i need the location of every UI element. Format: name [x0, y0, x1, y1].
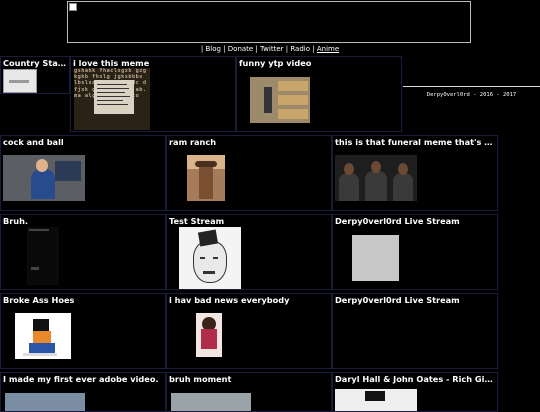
card-thumbnail[interactable] — [27, 227, 59, 285]
nav-link-radio[interactable]: Radio — [290, 45, 310, 53]
thumbnail-detail — [203, 271, 215, 274]
card-title: Broke Ass Hoes — [3, 295, 75, 305]
card-title: ram ranch — [169, 137, 217, 147]
card-title: Bruh. — [3, 216, 29, 226]
top-nav: | Blog | Donate | Twitter | Radio | Anim… — [0, 45, 540, 53]
card-title: Derpy0verl0rd Live Stream — [335, 295, 460, 305]
thumbnail-detail — [31, 267, 39, 270]
thumbnail-detail — [195, 161, 217, 167]
video-card[interactable]: Daryl Hall & John Oates - Rich Girl (20.… — [332, 372, 498, 412]
card-thumbnail[interactable] — [335, 155, 417, 201]
card-title: i hav bad news everybody — [169, 295, 290, 305]
card-title: I made my first ever adobe video. — [3, 374, 159, 384]
nav-separator: | — [312, 45, 315, 53]
video-card[interactable]: i hav bad news everybody — [166, 293, 332, 369]
video-card[interactable]: I made my first ever adobe video. — [0, 372, 166, 412]
nav-link-anime[interactable]: Anime — [317, 45, 339, 53]
video-card[interactable]: Bruh. — [0, 214, 166, 290]
card-thumbnail[interactable] — [187, 155, 225, 201]
thumbnail-detail — [23, 353, 57, 356]
site-banner[interactable] — [67, 1, 471, 43]
video-card[interactable]: this is that funeral meme that's ever... — [332, 135, 498, 211]
card-title: i love this meme — [73, 58, 150, 68]
nav-link-donate[interactable]: Donate — [228, 45, 253, 53]
card-title: Daryl Hall & John Oates - Rich Girl (20.… — [335, 374, 495, 384]
thumbnail-detail — [365, 391, 385, 401]
thumbnail-detail — [9, 80, 29, 83]
card-thumbnail[interactable] — [171, 393, 251, 411]
thumbnail-detail — [398, 163, 408, 175]
nav-separator: | — [255, 45, 258, 53]
card-thumbnail[interactable] — [3, 155, 85, 201]
video-card[interactable]: Country Station — [0, 56, 70, 94]
video-card[interactable]: funny ytp video — [236, 56, 402, 132]
card-title: funny ytp video — [239, 58, 312, 68]
card-title: Test Stream — [169, 216, 225, 226]
video-card[interactable]: Broke Ass Hoes — [0, 293, 166, 369]
nav-separator: | — [223, 45, 226, 53]
card-thumbnail[interactable] — [335, 389, 417, 411]
nav-separator: | — [285, 45, 289, 53]
card-thumbnail[interactable] — [15, 313, 71, 359]
nav-separator: | — [200, 45, 204, 53]
card-title: Country Station — [3, 58, 67, 68]
card-thumbnail[interactable] — [196, 313, 222, 357]
video-card[interactable]: ram ranch — [166, 135, 332, 211]
card-title: cock and ball — [3, 137, 64, 147]
video-card[interactable]: Test Stream — [166, 214, 332, 290]
copyright-text: Derpy0verl0rd - 2016 - 2017 — [403, 86, 540, 98]
card-title: bruh moment — [169, 374, 232, 384]
thumbnail-detail — [94, 80, 134, 114]
thumbnail-detail — [201, 329, 217, 349]
video-card[interactable]: i love this meme gshahk fhaclsgzk gzgkgk… — [70, 56, 236, 132]
card-thumbnail[interactable] — [352, 235, 399, 281]
card-thumbnail[interactable]: gshahk fhaclsgzk gzgkgkb fhxlg jgksbbbs … — [74, 68, 150, 130]
nav-link-twitter[interactable]: Twitter — [260, 45, 283, 53]
nav-link-blog[interactable]: Blog — [205, 45, 220, 53]
card-title: Derpy0verl0rd Live Stream — [335, 216, 460, 226]
video-card[interactable]: Derpy0verl0rd Live Stream — [332, 214, 498, 290]
thumbnail-detail — [264, 87, 272, 113]
video-card[interactable]: cock and ball — [0, 135, 166, 211]
card-thumbnail[interactable] — [250, 77, 310, 123]
card-thumbnail[interactable] — [3, 69, 37, 93]
video-card[interactable]: Derpy0verl0rd Live Stream — [332, 293, 498, 369]
card-thumbnail[interactable] — [179, 227, 241, 289]
thumbnail-detail — [36, 159, 48, 172]
card-title: this is that funeral meme that's ever... — [335, 137, 495, 147]
card-thumbnail[interactable] — [5, 393, 85, 411]
broken-image-icon — [69, 3, 77, 11]
video-card[interactable]: bruh moment — [166, 372, 332, 412]
